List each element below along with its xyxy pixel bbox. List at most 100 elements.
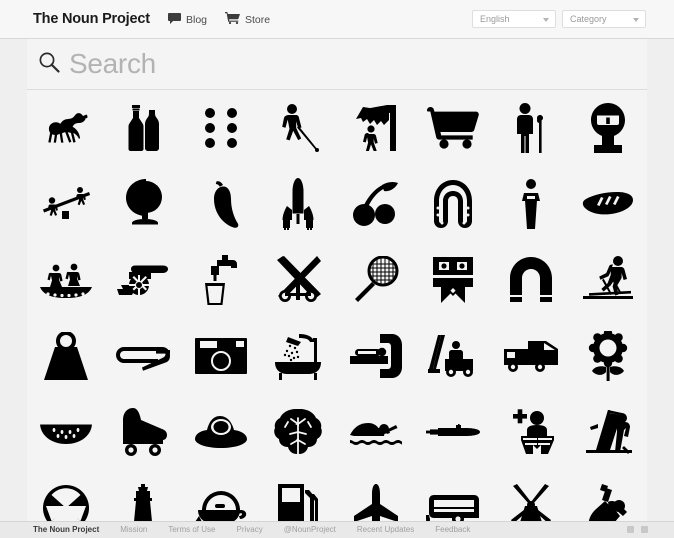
parking-meter-icon <box>589 103 627 153</box>
icon-cell-elderly[interactable] <box>492 90 570 166</box>
icon-cell-easel-painter[interactable] <box>570 394 648 470</box>
chili-pepper-icon <box>201 180 241 228</box>
footer-links: The Noun Project Mission Terms of Use Pr… <box>33 525 470 534</box>
icon-cell-canoe[interactable] <box>27 242 105 318</box>
main-nav: Blog Store <box>168 12 270 27</box>
chevron-down-icon <box>543 18 549 22</box>
sunflower-icon <box>586 331 630 381</box>
icon-cell-cannon[interactable] <box>105 242 183 318</box>
icon-cell-garbage-truck[interactable] <box>492 318 570 394</box>
magnet-icon <box>509 257 552 303</box>
elderly-person-icon <box>511 103 551 153</box>
footer-link-terms[interactable]: Terms of Use <box>168 525 215 534</box>
icon-cell-parking-meter[interactable] <box>570 90 648 166</box>
category-select-value: Category <box>570 14 607 24</box>
category-select[interactable]: Category <box>562 10 646 28</box>
blind-person-icon <box>276 104 320 152</box>
camera-icon <box>194 338 247 374</box>
site-logo[interactable]: The Noun Project <box>33 11 150 27</box>
nav-item-store[interactable]: Store <box>225 12 270 27</box>
cherries-icon <box>352 181 400 227</box>
icon-cell-cross-country-skier[interactable] <box>570 242 648 318</box>
rockfall-warning-icon <box>353 105 399 151</box>
brain-icon <box>274 408 323 456</box>
swimmer-icon <box>349 417 402 447</box>
footer-social-icons <box>627 526 648 533</box>
twitter-icon[interactable] <box>641 526 648 533</box>
nav-label-store: Store <box>245 13 271 26</box>
nav-item-blog[interactable]: Blog <box>168 12 208 27</box>
icon-cell-bottles[interactable] <box>105 90 183 166</box>
standing-figure-icon <box>518 179 544 229</box>
icon-cell-safety-pin[interactable] <box>105 318 183 394</box>
icon-cell-camera[interactable] <box>182 318 260 394</box>
icon-cell-railroad-crossing[interactable] <box>260 242 338 318</box>
bottles-icon <box>122 105 164 151</box>
icon-cell-brain[interactable] <box>260 394 338 470</box>
shopping-cart-icon <box>427 107 480 149</box>
language-select-value: English <box>480 14 510 24</box>
search-icon <box>38 51 60 78</box>
railroad-crossing-icon <box>275 256 322 304</box>
icon-cell-mask-face[interactable] <box>415 242 493 318</box>
facebook-icon[interactable] <box>627 526 634 533</box>
icon-cell-add-person-reading[interactable] <box>492 394 570 470</box>
globe-icon <box>120 179 166 229</box>
icon-cell-swimmer[interactable] <box>337 394 415 470</box>
speech-bubble-icon <box>168 12 181 27</box>
icon-cell-braille[interactable] <box>182 90 260 166</box>
icon-cell-shopping-cart[interactable] <box>415 90 493 166</box>
braille-dots-icon <box>201 107 241 149</box>
icon-cell-seesaw[interactable] <box>27 166 105 242</box>
horseshoe-icon <box>431 180 475 228</box>
language-select[interactable]: English <box>472 10 556 28</box>
baguette-icon <box>581 190 635 218</box>
icon-cell-submarine[interactable] <box>415 394 493 470</box>
icon-cell-watermelon[interactable] <box>27 394 105 470</box>
easel-painter-icon <box>584 408 633 456</box>
footer-link-twitter[interactable]: @NounProject <box>284 525 336 534</box>
search-input[interactable]: Search <box>69 50 156 78</box>
icon-cell-blind-person[interactable] <box>260 90 338 166</box>
footer-link-feedback[interactable]: Feedback <box>435 525 470 534</box>
icon-cell-mri-scanner[interactable] <box>337 318 415 394</box>
icon-cell-weight[interactable] <box>27 318 105 394</box>
garbage-truck-icon <box>503 339 558 373</box>
icon-cell-faucet[interactable] <box>182 242 260 318</box>
cross-country-skier-icon <box>583 256 634 304</box>
add-person-reading-icon <box>508 408 554 456</box>
search-bar[interactable]: Search <box>27 39 647 90</box>
nav-label-blog: Blog <box>186 13 208 26</box>
icon-cell-rockfall[interactable] <box>337 90 415 166</box>
icon-cell-badminton[interactable] <box>337 242 415 318</box>
watermelon-icon <box>39 419 92 445</box>
camel-icon <box>43 106 89 150</box>
icon-cell-standing-figure[interactable] <box>492 166 570 242</box>
icon-cell-cherries[interactable] <box>337 166 415 242</box>
space-shuttle-icon <box>280 178 316 230</box>
footer-link-privacy[interactable]: Privacy <box>236 525 262 534</box>
icon-cell-camel[interactable] <box>27 90 105 166</box>
icon-cell-globe[interactable] <box>105 166 183 242</box>
footer-link-recent-updates[interactable]: Recent Updates <box>357 525 414 534</box>
page-root: The Noun Project Blog Store English Cate… <box>0 0 674 538</box>
icon-cell-fried-egg[interactable] <box>182 394 260 470</box>
icon-cell-horseshoe[interactable] <box>415 166 493 242</box>
icon-cell-roller-skate[interactable] <box>105 394 183 470</box>
icon-cell-forklift[interactable] <box>415 318 493 394</box>
icon-cell-chili[interactable] <box>182 166 260 242</box>
site-footer: The Noun Project Mission Terms of Use Pr… <box>0 521 674 538</box>
seesaw-icon <box>40 186 92 222</box>
bathtub-shower-icon <box>273 332 323 380</box>
icon-cell-sunflower[interactable] <box>570 318 648 394</box>
header-selects: English Category <box>472 10 646 28</box>
badminton-racket-icon <box>353 256 399 304</box>
icon-cell-bathtub[interactable] <box>260 318 338 394</box>
footer-brand[interactable]: The Noun Project <box>33 525 99 534</box>
icon-cell-space-shuttle[interactable] <box>260 166 338 242</box>
icon-cell-magnet[interactable] <box>492 242 570 318</box>
icon-cell-baguette[interactable] <box>570 166 648 242</box>
faucet-glass-icon <box>200 255 242 305</box>
footer-link-mission[interactable]: Mission <box>120 525 147 534</box>
icon-grid <box>27 90 648 532</box>
